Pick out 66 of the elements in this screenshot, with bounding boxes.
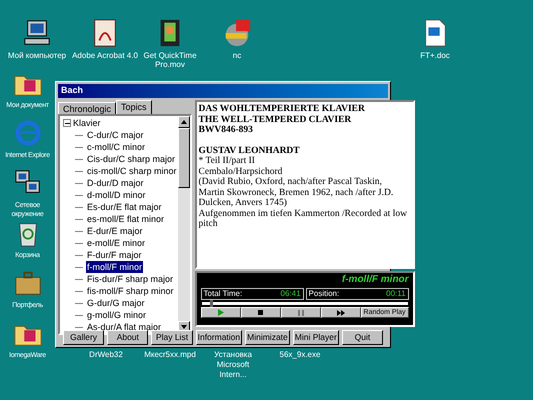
- info-heading: BWV846-893: [198, 125, 254, 136]
- icon-label[interactable]: Установка Microsoft Intern...: [203, 350, 263, 380]
- info-text: GUSTAV LEONHARDT: [198, 146, 301, 156]
- down-arrow-icon: [180, 325, 187, 329]
- tree-item[interactable]: G-dur/G major: [86, 297, 146, 309]
- tree-item[interactable]: C-dur/C major: [86, 129, 145, 141]
- stop-icon: [258, 310, 264, 315]
- info-text: Cembalo/Harpsichord: [198, 166, 284, 177]
- tree-item[interactable]: cis-moll/C sharp minor: [86, 165, 178, 177]
- tree-item[interactable]: c-moll/C minor: [86, 141, 146, 153]
- icon-label[interactable]: Мой компьютер: [8, 51, 66, 60]
- info-text: Aufgenommen im tiefen Kammerton /Recorded at low pitch: [198, 208, 408, 230]
- play-button[interactable]: [200, 307, 241, 318]
- pause-button[interactable]: [280, 307, 321, 318]
- play-icon: [218, 309, 224, 316]
- tree-item[interactable]: e-moll/E minor: [86, 237, 146, 249]
- time-label: Position:: [308, 289, 340, 299]
- tree-item[interactable]: es-moll/E flat minor: [86, 213, 166, 225]
- up-arrow-icon: [180, 120, 187, 124]
- info-text: Martin Skowroneck, Bremen 1962, nach /after J.D. Dulcken, Anvers 1745): [198, 188, 394, 208]
- tree-item[interactable]: D-dur/D major: [86, 177, 145, 189]
- tree-item[interactable]: fis-moll/F sharp minor: [86, 285, 175, 297]
- tree-item[interactable]: d-moll/D minor: [86, 189, 147, 201]
- icon-label[interactable]: FT+.doc: [420, 51, 450, 60]
- icon-label[interactable]: 56x_9x.exe: [270, 350, 330, 360]
- info-text: (David Rubio, Oxford, nach/after Pascal Taskin,: [198, 177, 383, 188]
- icon-label[interactable]: DrWeb32: [76, 350, 136, 360]
- tab[interactable]: Topics: [116, 100, 152, 114]
- time-value: 06:41: [280, 289, 301, 299]
- tree-item[interactable]: f-moll/F minor: [86, 261, 144, 273]
- track-title: f-moll/F minor: [342, 274, 409, 286]
- icon-label[interactable]: Get QuickTime Pro.mov: [137, 51, 203, 69]
- fast-forward-icon: [336, 310, 345, 316]
- window-button[interactable]: Quit: [342, 330, 384, 345]
- window-button[interactable]: Mini Player: [292, 330, 339, 345]
- info-heading: DAS WOHLTEMPERIERTE KLAVIER: [198, 104, 366, 114]
- tab[interactable]: Chronologic: [58, 102, 116, 114]
- tree-item[interactable]: E-dur/E major: [86, 225, 144, 237]
- icon-label[interactable]: Adobe Acrobat 4.0: [72, 51, 138, 60]
- window-button[interactable]: Minimizate: [245, 330, 290, 345]
- minus-icon: [64, 120, 70, 126]
- scrollbar[interactable]: [178, 116, 190, 333]
- tree-item[interactable]: Klavier: [73, 117, 101, 129]
- tree-item[interactable]: Es-dur/E flat major: [86, 201, 163, 213]
- window-button[interactable]: Gallery: [63, 330, 104, 345]
- info-heading: THE WELL-TEMPERED CLAVIER: [198, 114, 352, 125]
- tree-item[interactable]: g-moll/G minor: [86, 309, 148, 321]
- info-text: * Teil II/part II: [198, 156, 256, 166]
- tree-item[interactable]: As-dur/A flat major: [86, 321, 162, 333]
- window-button[interactable]: Information: [196, 330, 242, 345]
- tree-item[interactable]: Cis-dur/C sharp major: [86, 153, 176, 165]
- tree-item[interactable]: Fis-dur/F sharp major: [86, 273, 174, 285]
- forward-button[interactable]: [320, 307, 361, 318]
- collapse-toggle[interactable]: [63, 119, 71, 127]
- tree-item[interactable]: F-dur/F major: [86, 249, 143, 261]
- progress-thumb[interactable]: [210, 300, 213, 307]
- time-value: 00:11: [386, 289, 406, 299]
- time-label: Total Time:: [204, 289, 242, 299]
- window-title: Bach: [61, 84, 84, 98]
- stop-button[interactable]: [240, 307, 281, 318]
- icon-label[interactable]: nc: [232, 51, 242, 60]
- browser-icon: [12, 118, 42, 148]
- window-button[interactable]: About: [107, 330, 148, 345]
- icon-label[interactable]: Мкесr5хх.mpd: [140, 350, 200, 360]
- window-button[interactable]: Play List: [151, 330, 193, 345]
- pause-icon: [298, 310, 304, 316]
